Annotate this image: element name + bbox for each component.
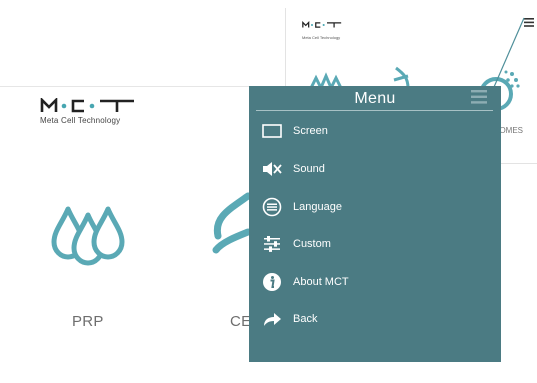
mini-logo: Meta Cell Technology	[302, 16, 342, 40]
menu-item-label: Sound	[293, 163, 325, 175]
mini-logo-subtitle: Meta Cell Technology	[302, 35, 341, 40]
menu-item-label: Custom	[293, 238, 331, 250]
back-arrow-icon	[261, 308, 283, 330]
drops-icon[interactable]	[50, 205, 130, 272]
menu-item-label: Screen	[293, 125, 328, 137]
menu-item-label: Language	[293, 201, 342, 213]
menu-item-label: About MCT	[293, 276, 349, 288]
sound-muted-icon	[261, 158, 283, 180]
language-icon	[261, 196, 283, 218]
menu-divider	[256, 110, 493, 111]
menu-item-back[interactable]: Back	[261, 307, 317, 331]
inset-tile-label: OMES	[499, 126, 523, 135]
menu-hamburger-icon[interactable]	[471, 90, 487, 109]
side-menu: Menu Screen Sound Language Custom About …	[249, 86, 501, 362]
menu-item-sound[interactable]: Sound	[261, 157, 325, 181]
info-icon	[261, 271, 283, 293]
logo-subtitle: Meta Cell Technology	[40, 116, 121, 125]
screen-icon	[261, 120, 283, 142]
tile-label-prp[interactable]: PRP	[72, 313, 104, 330]
menu-item-language[interactable]: Language	[261, 195, 342, 219]
menu-title: Menu	[354, 90, 396, 107]
mct-logo: Meta Cell Technology	[40, 98, 150, 125]
menu-item-about[interactable]: About MCT	[261, 270, 349, 294]
menu-item-label: Back	[293, 313, 318, 325]
menu-item-custom[interactable]: Custom	[261, 232, 331, 256]
menu-item-screen[interactable]: Screen	[261, 119, 328, 143]
dna-icon[interactable]	[208, 192, 252, 267]
sliders-icon	[261, 233, 283, 255]
